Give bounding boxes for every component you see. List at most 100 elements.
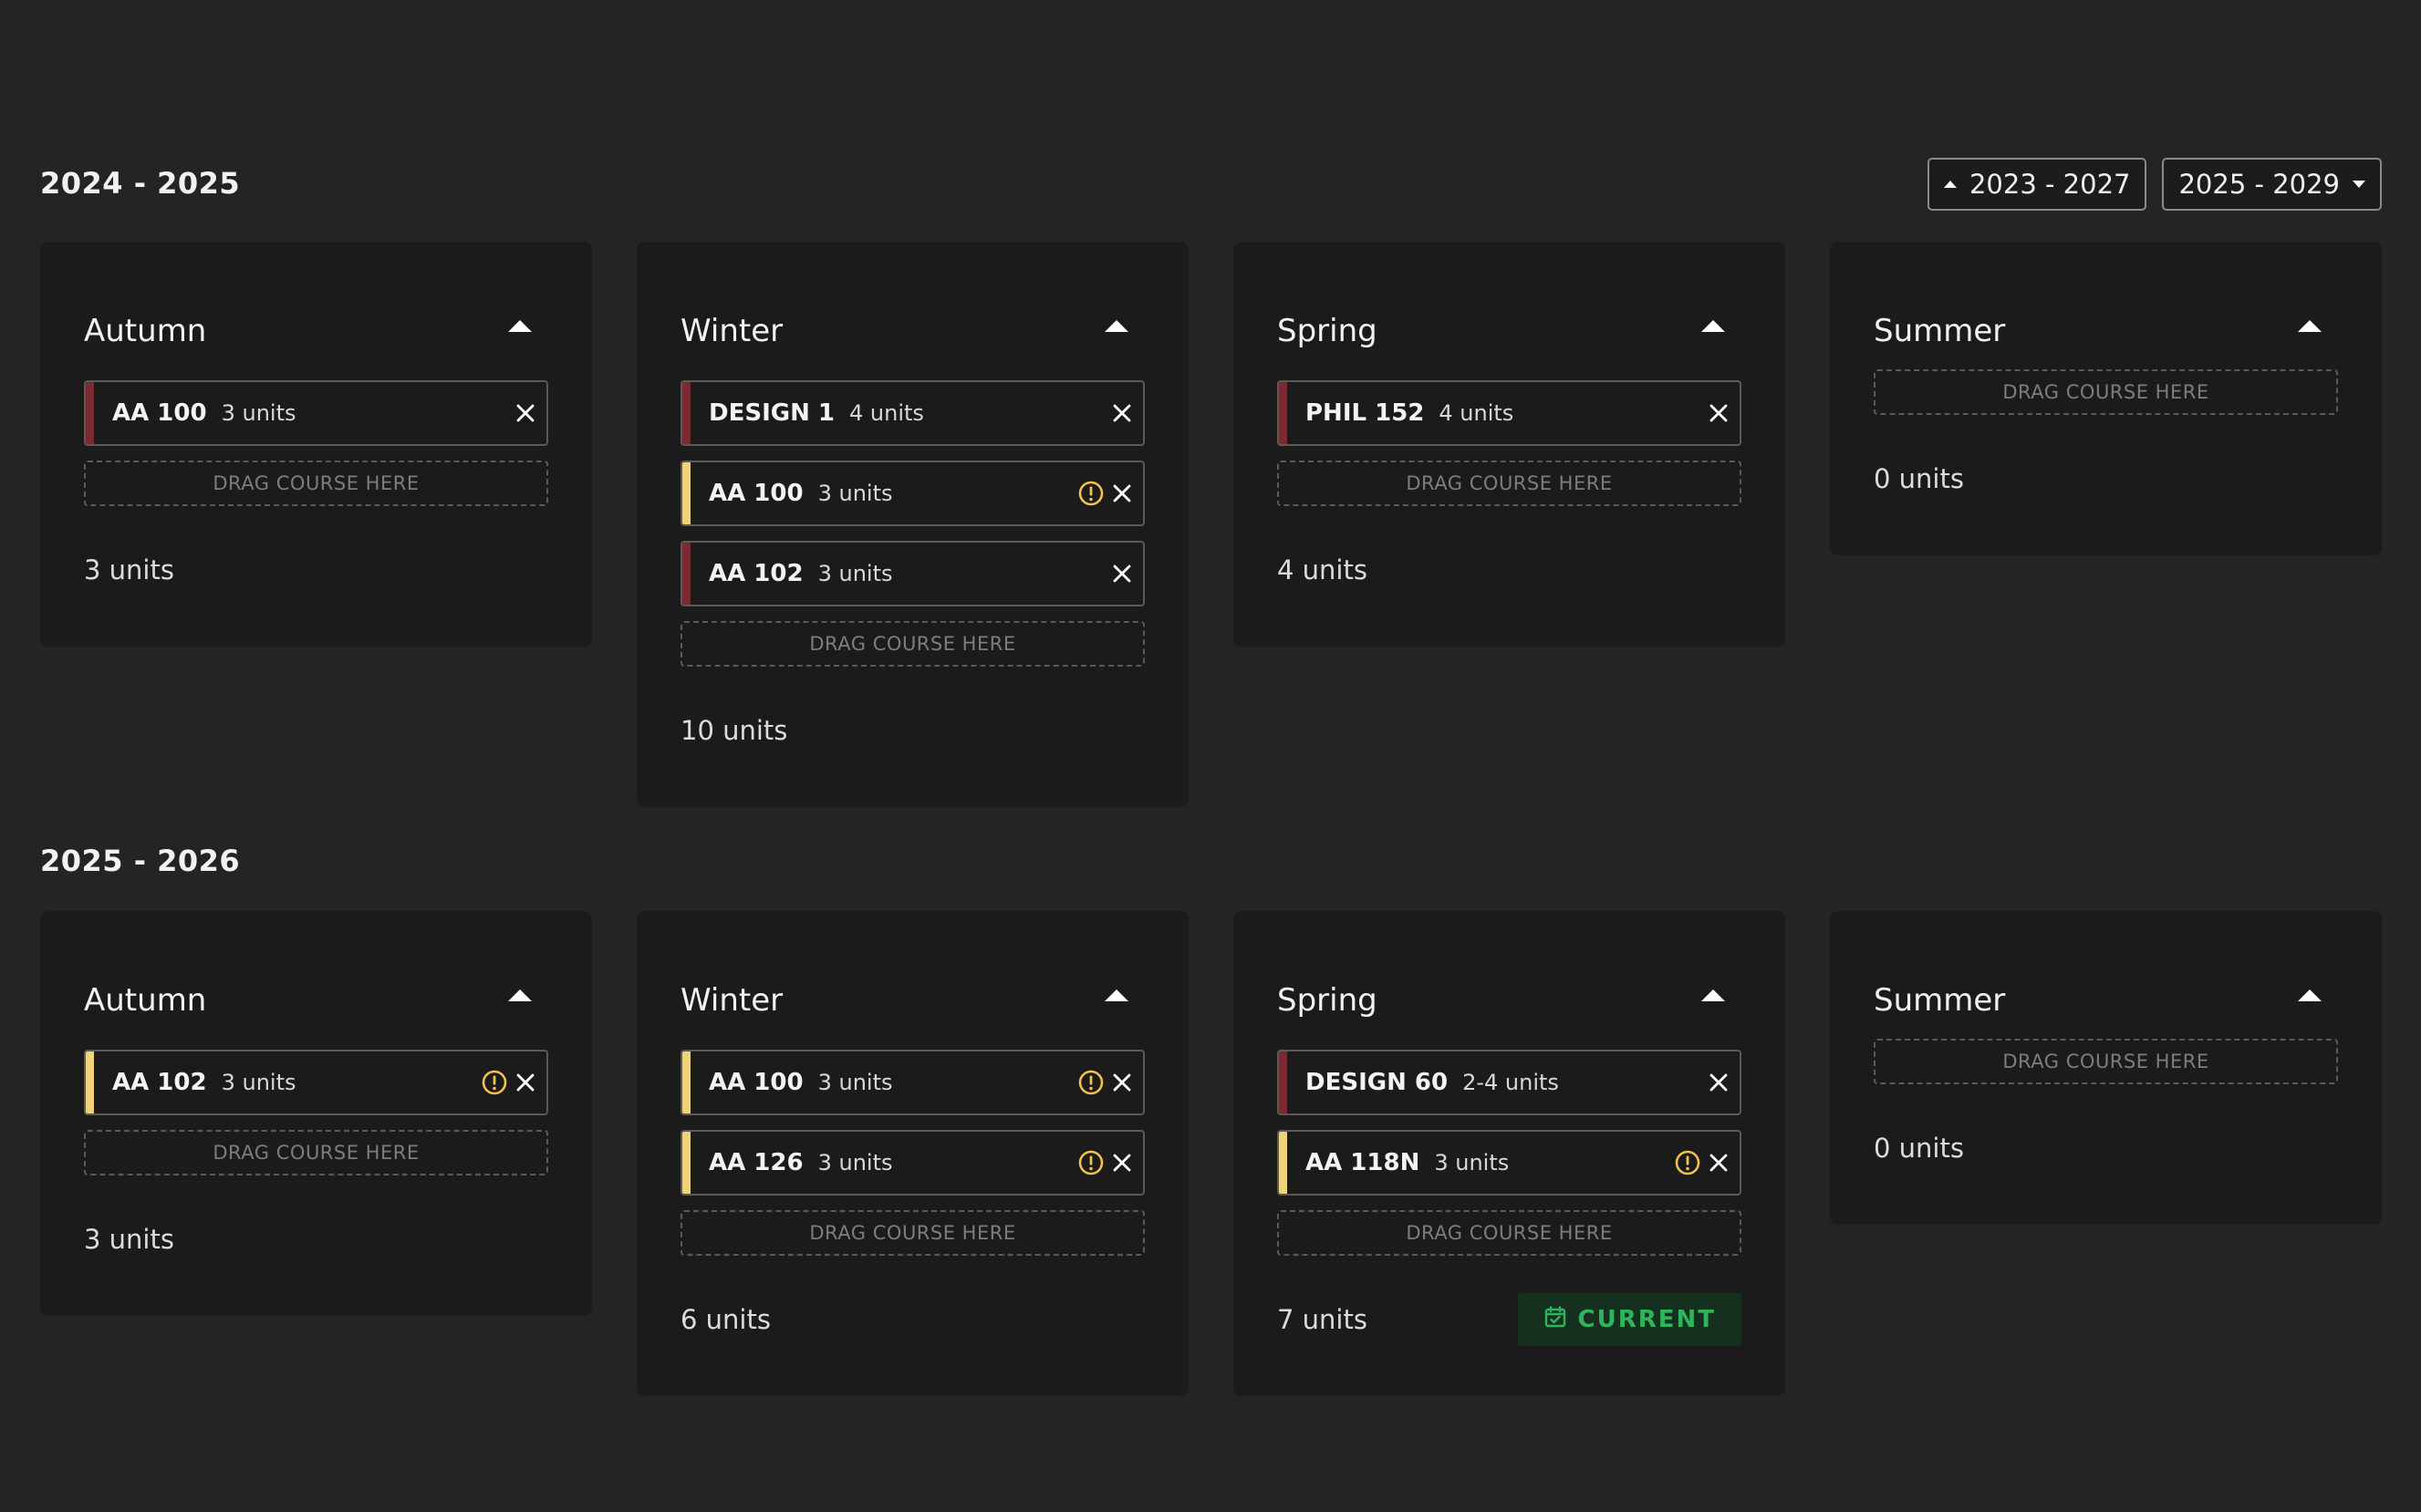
course-status-bar: [682, 462, 691, 524]
quarter-total-row: 7 units CURRENT: [1277, 1293, 1741, 1346]
quarter-header: Summer: [1874, 289, 2338, 369]
course-code: DESIGN 1: [709, 399, 835, 427]
course-item[interactable]: AA 126 3 units: [681, 1130, 1145, 1196]
range-prev-label: 2023 - 2027: [1969, 169, 2131, 200]
collapse-toggle-icon[interactable]: [2298, 320, 2322, 332]
course-item[interactable]: AA 100 3 units: [681, 461, 1145, 526]
course-actions: [1110, 543, 1134, 605]
course-status-bar: [1279, 382, 1287, 444]
collapse-toggle-icon[interactable]: [1105, 989, 1128, 1001]
course-status-bar: [682, 1132, 691, 1194]
course-status-bar: [682, 382, 691, 444]
quarter-name: Autumn: [84, 982, 207, 1019]
course-actions: [514, 382, 537, 444]
course-status-bar: [682, 1051, 691, 1113]
quarter-total-units: 3 units: [84, 554, 174, 585]
quarter-total-units: 3 units: [84, 1224, 174, 1255]
quarter-card-autumn: Autumn AA 100 3 units DRAG COURSE HERE 3…: [40, 242, 592, 647]
course-units: 3 units: [817, 481, 893, 506]
collapse-toggle-icon[interactable]: [1105, 320, 1128, 332]
course-code: AA 100: [112, 399, 207, 427]
course-actions: [1077, 462, 1134, 524]
collapse-toggle-icon[interactable]: [508, 320, 532, 332]
drop-zone[interactable]: DRAG COURSE HERE: [681, 621, 1145, 667]
quarter-name: Winter: [681, 313, 784, 349]
remove-course-icon[interactable]: [514, 401, 537, 425]
course-code: DESIGN 60: [1305, 1069, 1449, 1096]
quarter-header: Winter: [681, 958, 1145, 1050]
drop-zone[interactable]: DRAG COURSE HERE: [84, 461, 548, 506]
quarter-header: Summer: [1874, 958, 2338, 1039]
quarter-card-spring: Spring PHIL 152 4 units DRAG COURSE HERE…: [1233, 242, 1785, 647]
course-actions: [1674, 1132, 1730, 1194]
course-item[interactable]: AA 102 3 units: [681, 541, 1145, 606]
course-item[interactable]: DESIGN 1 4 units: [681, 380, 1145, 446]
course-units: 4 units: [1439, 400, 1514, 426]
drop-zone[interactable]: DRAG COURSE HERE: [1277, 461, 1741, 506]
quarter-total-units: 10 units: [681, 715, 788, 746]
course-code: AA 126: [709, 1149, 804, 1176]
quarter-total-units: 6 units: [681, 1304, 771, 1335]
planner-page: 2024 - 2025 2023 - 2027 2025 - 2029 2025…: [0, 0, 2421, 1512]
course-item[interactable]: AA 118N 3 units: [1277, 1130, 1741, 1196]
warning-icon[interactable]: [1077, 1069, 1105, 1096]
collapse-toggle-icon[interactable]: [508, 989, 532, 1001]
current-badge-label: CURRENT: [1577, 1306, 1716, 1333]
quarter-total-row: 6 units: [681, 1301, 1145, 1338]
quarter-name: Autumn: [84, 313, 207, 349]
range-prev-button[interactable]: 2023 - 2027: [1927, 158, 2147, 211]
course-item[interactable]: AA 102 3 units: [84, 1050, 548, 1115]
quarter-total-row: 10 units: [681, 712, 1145, 749]
course-units: 3 units: [221, 400, 296, 426]
quarter-header: Autumn: [84, 958, 548, 1050]
drop-zone[interactable]: DRAG COURSE HERE: [1277, 1210, 1741, 1256]
course-units: 3 units: [221, 1070, 296, 1095]
course-units: 3 units: [817, 561, 893, 586]
course-code: AA 100: [709, 480, 804, 507]
course-status-bar: [682, 543, 691, 605]
collapse-toggle-icon[interactable]: [1701, 989, 1725, 1001]
quarter-total-row: 3 units: [84, 552, 548, 588]
warning-icon[interactable]: [1077, 480, 1105, 507]
quarter-header: Autumn: [84, 289, 548, 380]
drop-zone[interactable]: DRAG COURSE HERE: [1874, 1039, 2338, 1084]
course-units: 3 units: [817, 1150, 893, 1175]
quarter-card-autumn: Autumn AA 102 3 units DRAG COURSE HERE 3…: [40, 911, 592, 1316]
remove-course-icon[interactable]: [1110, 1151, 1134, 1175]
quarter-total-row: 3 units: [84, 1221, 548, 1258]
remove-course-icon[interactable]: [1707, 1071, 1730, 1094]
drop-zone[interactable]: DRAG COURSE HERE: [1874, 369, 2338, 415]
drop-zone[interactable]: DRAG COURSE HERE: [84, 1130, 548, 1175]
course-item[interactable]: PHIL 152 4 units: [1277, 380, 1741, 446]
remove-course-icon[interactable]: [1707, 1151, 1730, 1175]
course-status-bar: [86, 1051, 94, 1113]
warning-icon[interactable]: [481, 1069, 508, 1096]
course-item[interactable]: AA 100 3 units: [681, 1050, 1145, 1115]
quarter-total-row: 4 units: [1277, 552, 1741, 588]
remove-course-icon[interactable]: [1110, 562, 1134, 585]
quarter-name: Summer: [1874, 982, 2006, 1019]
course-actions: [1110, 382, 1134, 444]
quarter-name: Winter: [681, 982, 784, 1019]
warning-icon[interactable]: [1674, 1149, 1701, 1176]
range-next-button[interactable]: 2025 - 2029: [2162, 158, 2382, 211]
drop-zone[interactable]: DRAG COURSE HERE: [681, 1210, 1145, 1256]
range-next-label: 2025 - 2029: [2178, 169, 2340, 200]
remove-course-icon[interactable]: [1110, 482, 1134, 505]
remove-course-icon[interactable]: [1707, 401, 1730, 425]
remove-course-icon[interactable]: [1110, 1071, 1134, 1094]
course-item[interactable]: AA 100 3 units: [84, 380, 548, 446]
quarter-total-units: 0 units: [1874, 463, 1964, 494]
calendar-check-icon: [1543, 1305, 1567, 1335]
course-item[interactable]: DESIGN 60 2-4 units: [1277, 1050, 1741, 1115]
collapse-toggle-icon[interactable]: [2298, 989, 2322, 1001]
course-code: AA 100: [709, 1069, 804, 1096]
remove-course-icon[interactable]: [514, 1071, 537, 1094]
remove-course-icon[interactable]: [1110, 401, 1134, 425]
warning-icon[interactable]: [1077, 1149, 1105, 1176]
course-actions: [1707, 1051, 1730, 1113]
collapse-toggle-icon[interactable]: [1701, 320, 1725, 332]
quarter-total-units: 4 units: [1277, 554, 1367, 585]
caret-up-icon: [1943, 181, 1957, 188]
quarter-total-units: 7 units: [1277, 1304, 1367, 1335]
